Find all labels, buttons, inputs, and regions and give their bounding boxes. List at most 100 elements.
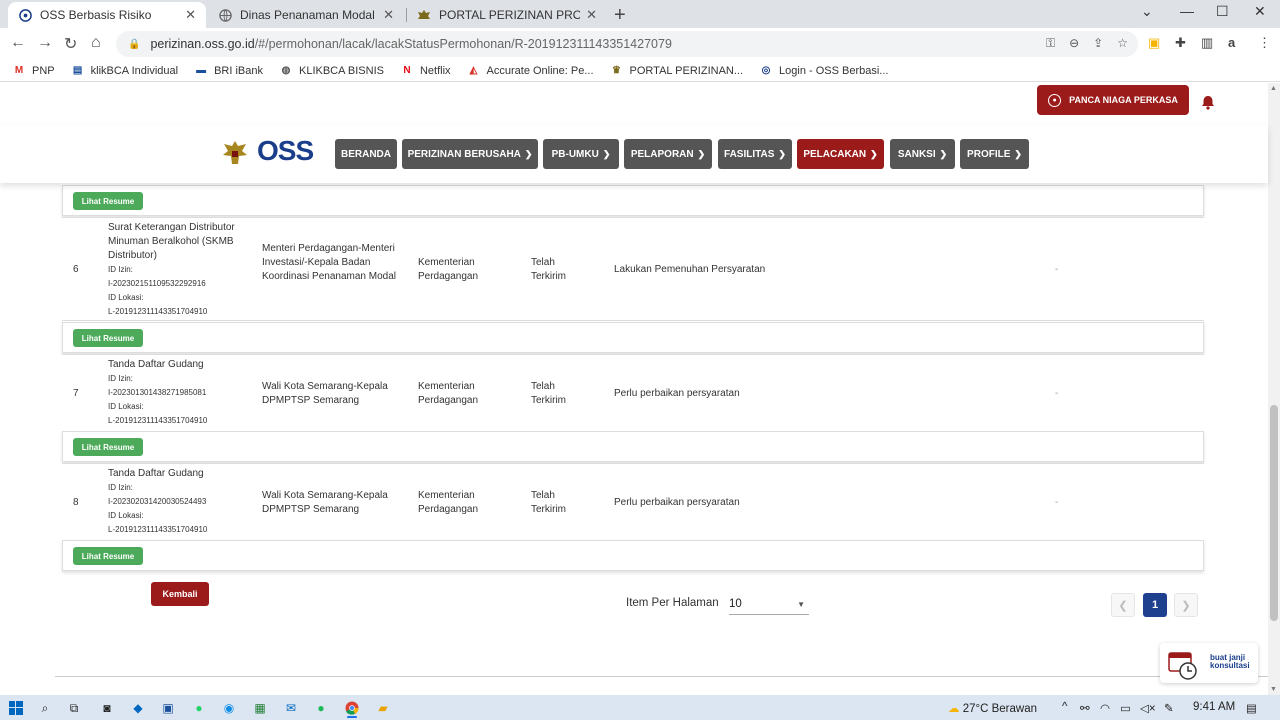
row-number: 6	[73, 264, 79, 275]
lihat-resume-button[interactable]: Lihat Resume	[73, 438, 143, 456]
weather-widget[interactable]: ☁ 27°C Berawan	[948, 701, 1037, 715]
close-window-icon[interactable]: ✕	[1254, 3, 1266, 20]
tab-title: OSS Berbasis Risiko	[40, 8, 152, 22]
bookmark-bri[interactable]: ▬ BRI iBank	[194, 65, 263, 77]
row-number: 8	[73, 497, 79, 508]
tab-portal[interactable]: PORTAL PERIZINAN PROV JAWA ✕	[407, 2, 607, 28]
menu-dots-icon[interactable]: ⋮	[1258, 35, 1271, 51]
row-number: 7	[73, 388, 79, 399]
chevron-down-icon: ❯	[602, 148, 611, 159]
edge-icon[interactable]: ◉	[221, 700, 237, 716]
tray-chevron-icon[interactable]: ^	[1062, 701, 1067, 713]
user-account-button[interactable]: ● PANCA NIAGA PERKASA	[1037, 85, 1189, 115]
nav-sanksi[interactable]: SANKSI ❯	[890, 139, 955, 169]
forward-arrow-icon[interactable]: →	[37, 34, 53, 52]
bookmark-pnp[interactable]: M PNP	[12, 65, 55, 77]
chrome-icon[interactable]	[344, 700, 360, 716]
search-icon[interactable]: ⌕	[37, 700, 53, 716]
app-icon[interactable]: ◆	[130, 700, 146, 716]
notification-icon[interactable]: ▤	[1246, 701, 1257, 715]
bookmark-klikbca[interactable]: ▤ klikBCA Individual	[71, 65, 178, 77]
institution: Wali Kota Semarang-Kepala DPMPTSP Semara…	[262, 490, 388, 515]
scroll-up-icon[interactable]: ▲	[1270, 85, 1277, 92]
task-view-icon[interactable]: ⧉	[66, 700, 82, 716]
puzzle-icon[interactable]: ✚	[1175, 35, 1186, 51]
bookmark-accurate[interactable]: ◭ Accurate Online: Pe...	[467, 65, 594, 77]
clock-time[interactable]: 9:41 AM	[1193, 701, 1235, 713]
page-number-button[interactable]: 1	[1143, 593, 1167, 617]
nav-fasilitas[interactable]: FASILITAS ❯	[718, 139, 792, 169]
status: Telah Terkirim	[531, 490, 566, 515]
chevron-down-icon: ❯	[939, 148, 948, 159]
scrollbar-thumb[interactable]	[1270, 405, 1278, 621]
new-tab-icon[interactable]: +	[614, 4, 626, 27]
zoom-icon[interactable]: ⊖	[1069, 36, 1079, 51]
bookmark-portal[interactable]: ♛ PORTAL PERIZINAN...	[610, 65, 743, 77]
location-id: L-201912311143351704910	[108, 416, 208, 425]
bca-icon: ▤	[72, 65, 83, 76]
side-panel-icon[interactable]: ▥	[1201, 35, 1213, 51]
back-arrow-icon[interactable]: ←	[10, 34, 26, 52]
consultation-widget[interactable]: buat janji konsultasi	[1160, 643, 1258, 683]
bookmark-netflix[interactable]: N Netflix	[400, 65, 450, 77]
gmail-icon: M	[14, 65, 24, 76]
status: Telah Terkirim	[531, 381, 566, 406]
scroll-down-icon[interactable]: ▼	[1270, 686, 1277, 693]
location-id: L-201912311143351704910	[108, 525, 208, 534]
close-icon[interactable]: ✕	[185, 7, 196, 23]
nav-pelacakan[interactable]: PELACAKAN ❯	[797, 139, 884, 169]
reload-icon[interactable]: ↻	[64, 34, 77, 54]
tab-oss[interactable]: OSS Berbasis Risiko ✕	[8, 2, 206, 28]
address-bar[interactable]: 🔒 perizinan.oss.go.id/#/permohonan/lacak…	[116, 31, 1138, 57]
usb-icon[interactable]: ⚯	[1080, 701, 1090, 715]
bookmark-klikbca-bisnis[interactable]: ◍ KLIKBCA BISNIS	[279, 65, 384, 77]
profile-icon[interactable]: a	[1228, 35, 1235, 50]
excel-icon[interactable]: ▦	[252, 700, 268, 716]
app-icon[interactable]: ▣	[160, 700, 176, 716]
battery-icon[interactable]: ▭	[1120, 701, 1131, 715]
bookmarks-bar: M PNP ▤ klikBCA Individual ▬ BRI iBank ◍ KLI…	[0, 60, 1280, 82]
maximize-icon[interactable]: ☐	[1216, 3, 1229, 20]
nav-pb-umku[interactable]: PB-UMKU ❯	[543, 139, 619, 169]
kembali-button[interactable]: Kembali	[151, 582, 209, 606]
lihat-resume-button[interactable]: Lihat Resume	[73, 329, 143, 347]
garuda-emblem-icon	[219, 137, 251, 169]
nav-beranda[interactable]: BERANDA	[335, 139, 397, 169]
key-icon[interactable]: ⚿	[1046, 36, 1055, 51]
windows-start-icon[interactable]	[8, 700, 24, 716]
nav-profile[interactable]: PROFILE ❯	[960, 139, 1029, 169]
prev-page-button[interactable]: ❮	[1111, 593, 1135, 617]
minimize-icon[interactable]: —	[1180, 3, 1194, 19]
star-icon[interactable]: ☆	[1117, 36, 1128, 51]
mail-icon[interactable]: ✉	[283, 700, 299, 716]
tab-dinas[interactable]: Dinas Penanaman Modal dan Pel ✕	[208, 2, 404, 28]
nav-pelaporan[interactable]: PELAPORAN ❯	[624, 139, 712, 169]
pen-icon[interactable]: ✎	[1164, 701, 1174, 715]
nav-perizinan-berusaha[interactable]: PERIZINAN BERUSAHA ❯	[402, 139, 538, 169]
speaker-icon[interactable]: ◁×	[1140, 701, 1156, 715]
camera-app-icon[interactable]: ◙	[99, 700, 115, 716]
extension-yellow-icon[interactable]: ▣	[1148, 35, 1160, 51]
status-note: Lakukan Pemenuhan Persyaratan	[614, 264, 766, 275]
wifi-icon[interactable]: ◠	[1100, 701, 1110, 715]
extra-value: -	[1055, 497, 1059, 508]
per-page-select[interactable]: 10 ▼	[729, 593, 809, 615]
permit-name: Surat Keterangan Distributor Minuman Ber…	[108, 222, 235, 261]
close-icon[interactable]: ✕	[586, 7, 597, 23]
spotify-icon[interactable]: ●	[313, 700, 329, 716]
whatsapp-icon[interactable]: ●	[191, 700, 207, 716]
bell-icon[interactable]	[1201, 95, 1215, 114]
bookmark-oss-login[interactable]: ◎ Login - OSS Berbasi...	[759, 65, 889, 77]
page-scrollbar[interactable]: ▲ ▼	[1268, 83, 1280, 695]
lihat-resume-button[interactable]: Lihat Resume	[73, 547, 143, 565]
lihat-resume-button[interactable]: Lihat Resume	[73, 192, 143, 210]
permit-name: Tanda Daftar Gudang	[108, 359, 204, 370]
oss-logo[interactable]: OSS	[257, 135, 323, 171]
close-icon[interactable]: ✕	[383, 7, 394, 23]
next-page-button[interactable]: ❯	[1174, 593, 1198, 617]
tab-search-chevron-icon[interactable]: ⌄	[1141, 3, 1153, 20]
file-explorer-icon[interactable]: ▰	[375, 700, 391, 716]
home-icon[interactable]: ⌂	[91, 34, 101, 52]
share-icon[interactable]: ⇪	[1093, 36, 1103, 51]
permit-id: I-202302151109532292916	[108, 279, 206, 288]
